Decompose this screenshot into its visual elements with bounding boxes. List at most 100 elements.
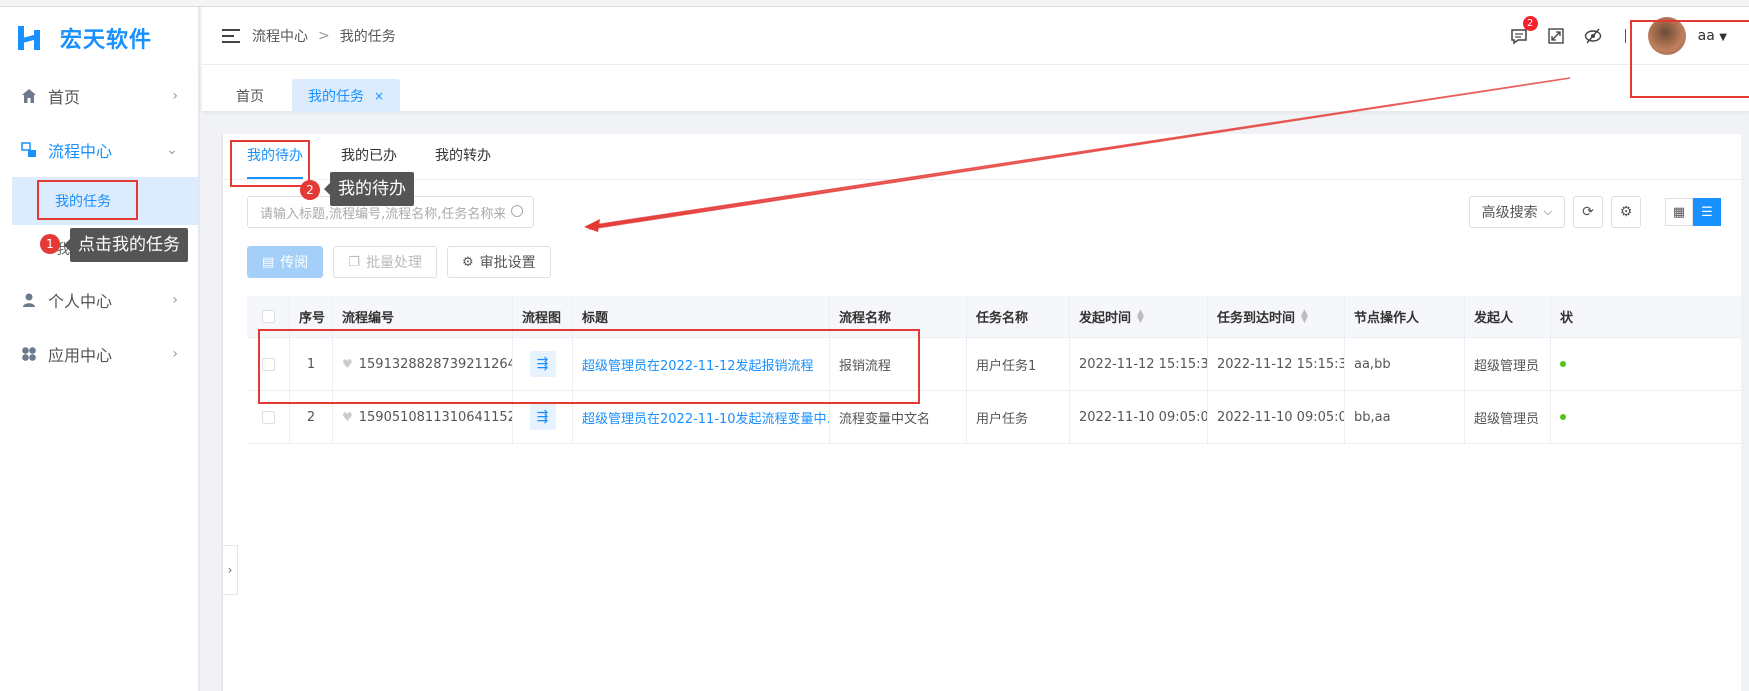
sidebar-item-home[interactable]: 首页 › (0, 69, 198, 123)
logo-mark-icon (18, 24, 46, 52)
close-icon[interactable]: × (374, 89, 384, 103)
tag-home[interactable]: 首页 (220, 79, 280, 112)
task-name: 用户任务 (967, 391, 1070, 443)
arrive-time: 2022-11-12 15:15:33 (1208, 338, 1345, 390)
view-toggle: ▦ ☰ (1665, 198, 1721, 226)
logo: 宏天软件 (0, 7, 198, 69)
node-operators: bb,aa (1345, 391, 1465, 443)
batch-process-button[interactable]: ❐ 批量处理 (333, 246, 437, 278)
sort-icon: ▲ ▼ (1301, 307, 1308, 325)
search-icon (511, 205, 523, 217)
flow-diagram-icon[interactable]: ⇶ (529, 404, 556, 430)
breadcrumb: 流程中心 > 我的任务 (252, 26, 396, 46)
button-label: 传阅 (280, 255, 309, 271)
column-header: 节点操作人 (1345, 296, 1465, 337)
action-toolbar: ▤ 传阅 ❐ 批量处理 ⚙ 审批设置 (247, 246, 561, 278)
fullscreen-icon[interactable] (1545, 25, 1567, 47)
breadcrumb-item[interactable]: 流程中心 (252, 26, 308, 46)
grid-view-button[interactable]: ▦ (1665, 198, 1693, 226)
annotation-box-user (1630, 20, 1749, 98)
annotation-box-first-row (258, 329, 920, 404)
tab-my-transferred[interactable]: 我的转办 (435, 145, 491, 179)
column-header-label: 发起时间 (1079, 311, 1132, 326)
column-header: 任务名称 (967, 296, 1070, 337)
initiator: 超级管理员 (1465, 338, 1551, 390)
status-cell (1551, 338, 1611, 390)
select-all-checkbox[interactable] (261, 310, 275, 323)
app-window: 宏天软件 首页 › 流程中心 ⌄ 我的任务 我的申请 个人中心 (0, 0, 1749, 691)
search-toolbar: 请输入标题,流程编号,流程名称,任务名称来搜索 高级搜索 ⌵ ⟳ ⚙ ▦ (247, 196, 1721, 228)
start-time: 2022-11-12 15:15:33 (1070, 338, 1208, 390)
eye-off-icon[interactable] (1582, 25, 1604, 47)
annotation-tip-1: 点击我的任务 (64, 228, 188, 262)
chevron-right-icon: › (172, 292, 178, 308)
sidebar-item-label: 首页 (48, 88, 81, 107)
column-header-sortable[interactable]: 任务到达时间 ▲ ▼ (1208, 296, 1345, 337)
refresh-button[interactable]: ⟳ (1573, 196, 1603, 228)
status-cell (1551, 391, 1611, 443)
heart-icon[interactable]: ♥ (342, 410, 353, 424)
sidebar-item-flow-center[interactable]: 流程中心 ⌄ (0, 123, 198, 177)
sidebar-item-label: 个人中心 (48, 292, 113, 311)
process-no: 1590510811310641152 (358, 409, 513, 425)
approval-settings-button[interactable]: ⚙ 审批设置 (446, 246, 551, 278)
sidebar-item-personal-center[interactable]: 个人中心 › (0, 273, 198, 327)
list-view-button[interactable]: ☰ (1693, 198, 1721, 226)
chevron-right-icon: › (172, 346, 178, 362)
logo-text: 宏天软件 (60, 28, 153, 53)
breadcrumb-separator: > (318, 27, 330, 44)
circulate-button[interactable]: ▤ 传阅 (247, 246, 324, 278)
sidebar-item-label: 应用中心 (48, 346, 113, 365)
chevron-right-icon: › (227, 563, 233, 577)
row-checkbox[interactable] (261, 410, 275, 424)
apps-icon (20, 345, 38, 363)
initiator: 超级管理员 (1465, 391, 1551, 443)
chevron-down-icon: ⌵ (1543, 205, 1552, 218)
column-header: 状 (1560, 311, 1574, 326)
subtabs: 我的待办 我的已办 我的转办 (223, 134, 1741, 180)
message-icon[interactable]: 2 (1508, 16, 1538, 47)
button-label: 审批设置 (479, 255, 536, 271)
breadcrumb-item: 我的任务 (339, 28, 396, 45)
tag-my-tasks[interactable]: 我的任务 × (292, 79, 401, 112)
annotation-box-my-tasks (37, 180, 138, 220)
start-time: 2022-11-10 09:05:02 (1070, 391, 1208, 443)
tag-label: 首页 (236, 88, 264, 105)
expand-handle[interactable]: › (223, 545, 238, 595)
menu-fold-icon[interactable] (222, 28, 242, 44)
gear-icon: ⚙ (461, 254, 474, 270)
batch-icon: ❐ (348, 254, 360, 270)
chevron-down-icon: ⌄ (166, 142, 178, 158)
refresh-icon: ⟳ (1582, 204, 1594, 220)
annotation-box-my-todo (230, 140, 310, 187)
user-icon (20, 291, 38, 309)
sidebar: 宏天软件 首页 › 流程中心 ⌄ 我的任务 我的申请 个人中心 (0, 7, 200, 691)
advanced-search-button[interactable]: 高级搜索 ⌵ (1468, 196, 1565, 228)
grid-icon: ▦ (1672, 204, 1686, 220)
header-divider (1624, 29, 1626, 43)
settings-button[interactable]: ⚙ (1611, 196, 1641, 228)
home-icon (20, 87, 38, 105)
annotation-step-1: 1 (40, 234, 60, 254)
sort-icon: ▲ ▼ (1137, 307, 1144, 325)
sidebar-item-app-center[interactable]: 应用中心 › (0, 327, 198, 381)
button-label: 批量处理 (365, 255, 422, 271)
browser-top-strip (0, 0, 1749, 7)
list-icon: ☰ (1701, 204, 1713, 220)
header: 流程中心 > 我的任务 2 aa ▼ (202, 7, 1749, 65)
message-badge: 2 (1522, 16, 1538, 31)
column-header-sortable[interactable]: 发起时间 ▲ ▼ (1070, 296, 1208, 337)
advanced-search-label: 高级搜索 (1481, 205, 1538, 221)
status-dot (1560, 414, 1566, 420)
column-header-label: 任务到达时间 (1217, 311, 1296, 326)
sidebar-item-label: 流程中心 (48, 142, 113, 161)
main-content: 我的待办 我的已办 我的转办 请输入标题,流程编号,流程名称,任务名称来搜索 高… (223, 134, 1741, 691)
status-dot (1560, 361, 1566, 367)
circulate-icon: ▤ (262, 254, 275, 270)
task-title-link[interactable]: 超级管理员在2022-11-10发起流程变量中… (582, 408, 829, 427)
annotation-step-2: 2 (300, 180, 320, 200)
tag-label: 我的任务 (308, 88, 364, 105)
chevron-right-icon: › (172, 88, 178, 104)
node-operators: aa,bb (1345, 338, 1465, 390)
column-header: 发起人 (1465, 296, 1551, 337)
